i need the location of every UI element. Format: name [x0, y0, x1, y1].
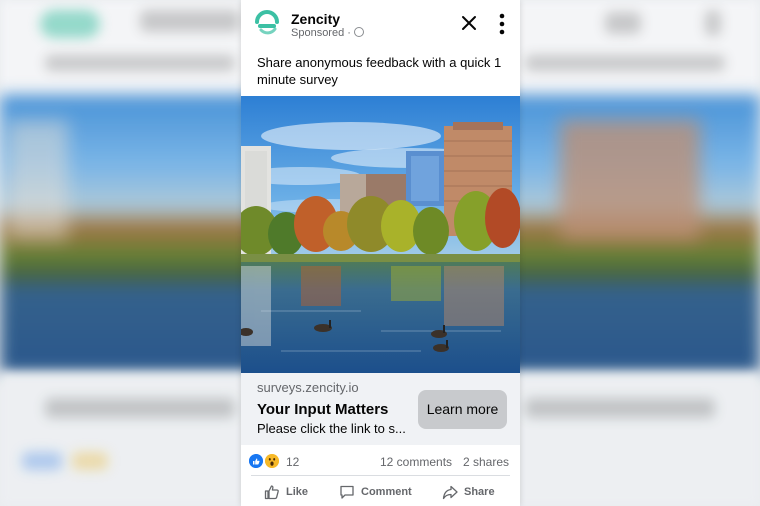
learn-more-button[interactable]: Learn more [418, 390, 507, 429]
close-icon[interactable] [460, 14, 478, 32]
link-headline: Your Input Matters [257, 401, 389, 418]
globe-icon [353, 27, 364, 37]
like-button[interactable]: Like [264, 478, 308, 506]
comments-count[interactable]: 12 comments [380, 455, 452, 469]
advertiser-name[interactable]: Zencity [291, 11, 340, 27]
like-reaction-icon[interactable] [249, 454, 263, 468]
share-button[interactable]: Share [442, 478, 495, 506]
sponsored-ad-card: Zencity Sponsored · Share anonymous feed… [241, 0, 520, 506]
share-icon [442, 485, 458, 500]
engagement-stats: 12 12 comments 2 shares [241, 447, 520, 475]
comment-label: Comment [361, 486, 412, 498]
actions-divider [251, 475, 510, 476]
thumbs-up-icon [264, 485, 279, 500]
comment-icon [340, 485, 354, 499]
wow-reaction-icon[interactable] [265, 454, 279, 468]
like-label: Like [286, 486, 309, 498]
share-label: Share [464, 486, 495, 498]
zencity-logo-icon[interactable] [253, 9, 281, 37]
comment-button[interactable]: Comment [339, 478, 412, 506]
reaction-count[interactable]: 12 [286, 455, 299, 469]
sponsored-label: Sponsored · [291, 27, 364, 39]
shares-count[interactable]: 2 shares [463, 455, 509, 469]
link-domain: surveys.zencity.io [257, 380, 359, 395]
ad-image-city-lake[interactable] [241, 96, 520, 373]
sponsored-text: Sponsored · [291, 27, 351, 39]
ad-caption: Share anonymous feedback with a quick 1 … [257, 55, 502, 87]
link-preview[interactable]: surveys.zencity.io Your Input Matters Pl… [241, 373, 520, 445]
ad-header: Zencity Sponsored · [241, 0, 520, 48]
post-actions: Like Comment Share [241, 478, 520, 506]
more-options-icon[interactable] [495, 12, 509, 36]
link-description: Please click the link to s... [257, 421, 406, 436]
